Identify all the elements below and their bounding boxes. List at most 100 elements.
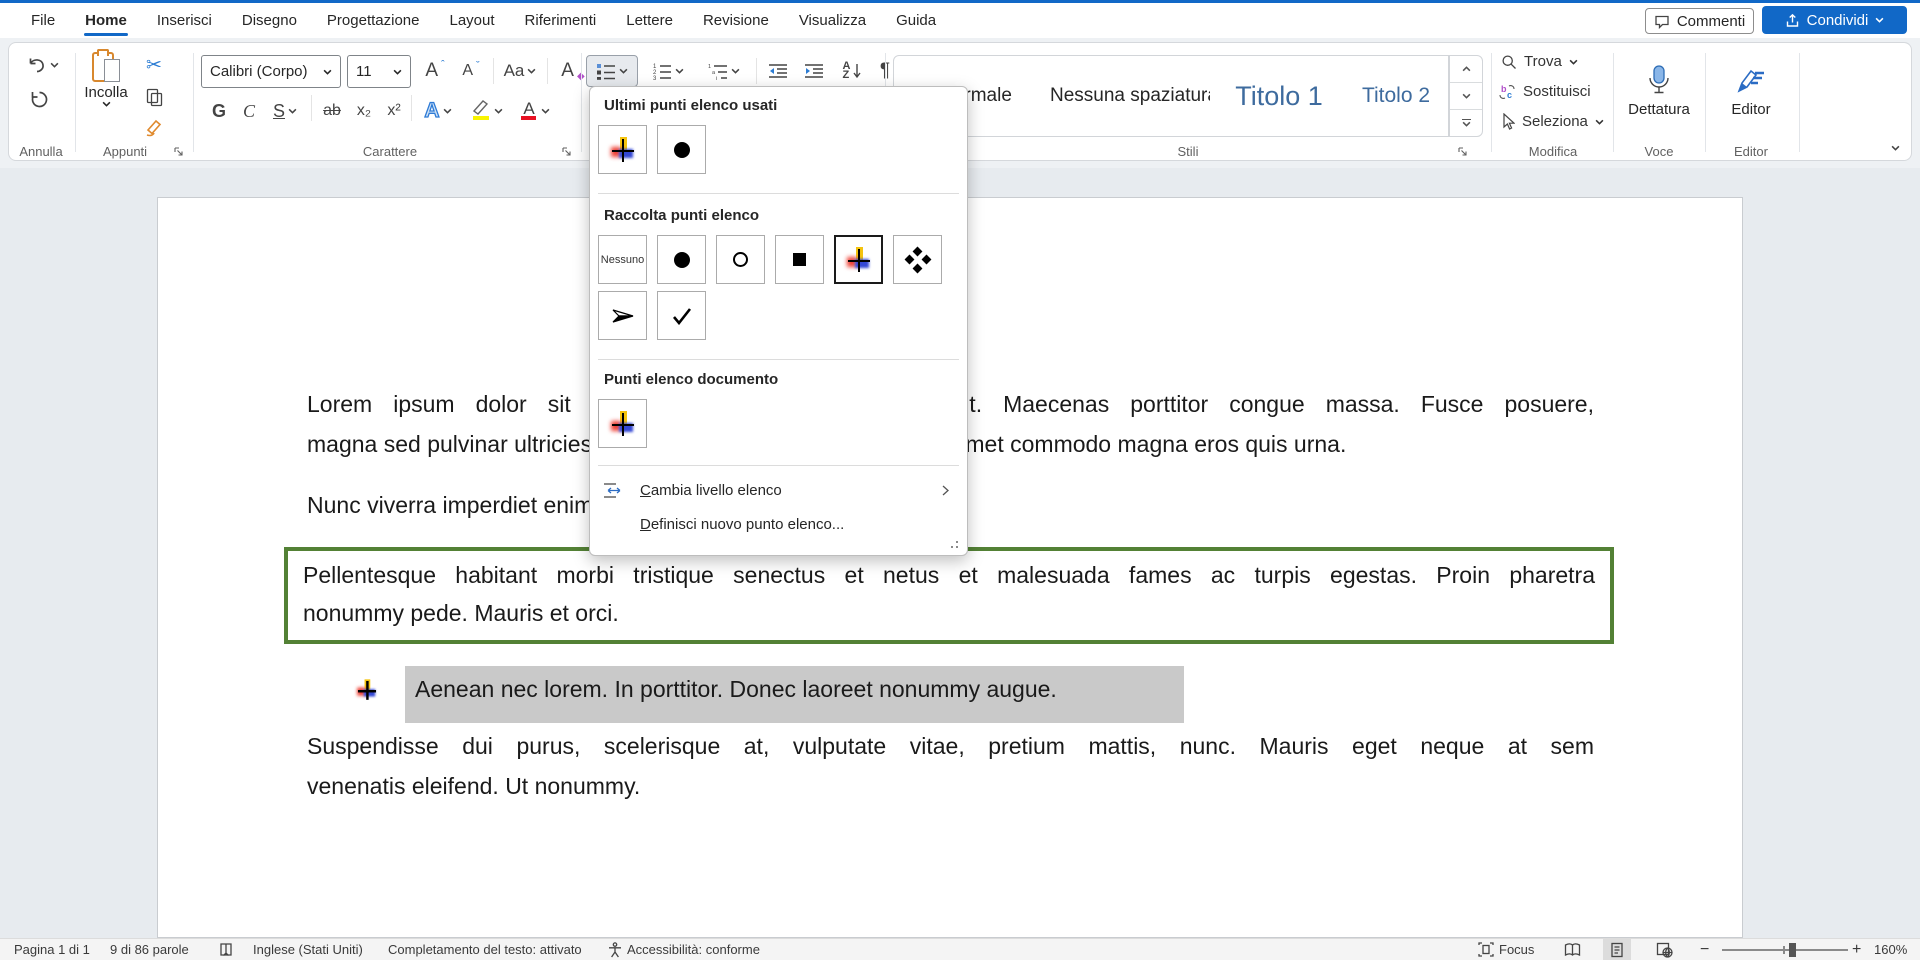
- paragraph-3-bordered[interactable]: Pellentesque habitant morbi tristique se…: [284, 547, 1614, 644]
- redo-button[interactable]: [25, 85, 53, 113]
- tab-visualizza[interactable]: Visualizza: [784, 3, 881, 38]
- find-button[interactable]: Trova: [1501, 53, 1578, 70]
- bullet-option-square[interactable]: [775, 235, 824, 284]
- multilevel-list-button[interactable]: 1ai: [698, 55, 750, 87]
- editor-button[interactable]: Editor: [1709, 45, 1793, 137]
- chevron-down-icon: [1875, 17, 1884, 23]
- bullet-option-custom-selected[interactable]: [834, 235, 883, 284]
- bullet-option-dot[interactable]: [657, 235, 706, 284]
- style-titolo-1[interactable]: Titolo 1: [1218, 56, 1340, 136]
- bullet-option-custom-recent[interactable]: [598, 125, 647, 174]
- select-button[interactable]: Seleziona: [1500, 113, 1604, 130]
- chevron-down-icon: [1595, 119, 1604, 125]
- find-label: Trova: [1524, 53, 1562, 70]
- print-layout-button[interactable]: [1603, 939, 1631, 960]
- focus-button[interactable]: Focus: [1478, 939, 1534, 960]
- paste-button[interactable]: Incolla: [79, 50, 133, 138]
- selected-text[interactable]: Aenean nec lorem. In porttitor. Donec la…: [405, 666, 1184, 723]
- style-nessuna-spaziatura[interactable]: Nessuna spaziatura: [1050, 56, 1210, 136]
- increase-indent-button[interactable]: [798, 55, 830, 87]
- bullet-option-circle[interactable]: [716, 235, 765, 284]
- bullet-option-diamonds[interactable]: [893, 235, 942, 284]
- numbering-icon: 123: [652, 62, 672, 80]
- shrink-font-button[interactable]: Aˇ: [455, 56, 487, 86]
- numbering-button[interactable]: 123: [642, 55, 694, 87]
- styles-scroll-down[interactable]: [1450, 82, 1482, 109]
- style-titolo-2[interactable]: Titolo 2: [1346, 56, 1446, 136]
- tab-disegno[interactable]: Disegno: [227, 3, 312, 38]
- tab-home[interactable]: Home: [70, 3, 142, 38]
- page-indicator[interactable]: Pagina 1 di 1: [14, 939, 90, 960]
- decrease-indent-button[interactable]: [762, 55, 794, 87]
- dot-bullet-glyph: [674, 252, 690, 268]
- grow-font-button[interactable]: Aˆ: [419, 56, 451, 86]
- comments-button[interactable]: Commenti: [1645, 8, 1754, 34]
- bullet-option-none[interactable]: Nessuno: [598, 235, 647, 284]
- tab-layout[interactable]: Layout: [435, 3, 510, 38]
- paragraph-5[interactable]: Suspendisse dui purus, scelerisque at, v…: [307, 726, 1594, 806]
- sort-button[interactable]: AZ: [835, 55, 869, 87]
- change-list-level-item[interactable]: Cambia livello elenco: [594, 475, 963, 506]
- cut-button[interactable]: ✂: [139, 51, 169, 79]
- bullet-option-arrow[interactable]: [598, 291, 647, 340]
- format-painter-button[interactable]: [139, 115, 169, 141]
- underline-button[interactable]: S: [264, 95, 306, 127]
- text-completion-status[interactable]: Completamento del testo: attivato: [388, 939, 582, 960]
- bullet-option-custom-document[interactable]: [598, 399, 647, 448]
- proofing-status[interactable]: [218, 939, 234, 960]
- dialog-launcher-appunti[interactable]: [173, 146, 185, 158]
- replace-button[interactable]: b c Sostituisci: [1498, 83, 1591, 100]
- bullet-list-item[interactable]: Aenean nec lorem. In porttitor. Donec la…: [158, 664, 1742, 724]
- cursor-icon: [1500, 113, 1515, 130]
- zoom-level[interactable]: 160%: [1874, 939, 1907, 960]
- replace-icon: b c: [1498, 84, 1516, 100]
- tab-riferimenti[interactable]: Riferimenti: [510, 3, 612, 38]
- accessibility-status[interactable]: Accessibilità: conforme: [608, 939, 760, 960]
- tab-file[interactable]: File: [16, 3, 70, 38]
- group-divider: [1491, 53, 1492, 152]
- tab-inserisci[interactable]: Inserisci: [142, 3, 227, 38]
- text-effects-button[interactable]: A: [416, 95, 460, 127]
- dictate-button[interactable]: Dettatura: [1617, 45, 1701, 137]
- bold-button[interactable]: G: [205, 95, 233, 127]
- zoom-in-button[interactable]: +: [1852, 939, 1861, 960]
- read-mode-button[interactable]: [1558, 939, 1586, 960]
- bullets-button[interactable]: [586, 55, 638, 87]
- font-name-combo[interactable]: Calibri (Corpo): [201, 55, 341, 88]
- strikethrough-button[interactable]: ab: [316, 95, 348, 127]
- tab-lettere[interactable]: Lettere: [611, 3, 688, 38]
- resize-grip[interactable]: [956, 546, 958, 548]
- tab-guida[interactable]: Guida: [881, 3, 951, 38]
- superscript-button[interactable]: x²: [380, 95, 408, 127]
- zoom-slider-thumb[interactable]: [1789, 943, 1796, 957]
- font-size-combo[interactable]: 11: [347, 55, 411, 88]
- italic-button[interactable]: C: [235, 95, 263, 127]
- tab-progettazione[interactable]: Progettazione: [312, 3, 435, 38]
- none-label: Nessuno: [601, 254, 644, 266]
- dialog-launcher-carattere[interactable]: [561, 146, 573, 158]
- increase-indent-icon: [804, 63, 824, 79]
- bullet-option-check[interactable]: [657, 291, 706, 340]
- copy-button[interactable]: [139, 83, 169, 111]
- highlight-color-button[interactable]: [463, 95, 509, 127]
- zoom-out-button[interactable]: −: [1700, 939, 1709, 960]
- tab-revisione[interactable]: Revisione: [688, 3, 784, 38]
- separator: [547, 58, 548, 84]
- define-new-bullet-item[interactable]: Definisci nuovo punto elenco...: [594, 509, 963, 540]
- styles-scroll-up[interactable]: [1450, 56, 1482, 82]
- group-label-modifica: Modifica: [1497, 144, 1609, 159]
- bullet-option-dot-recent[interactable]: [657, 125, 706, 174]
- subscript-button[interactable]: x₂: [350, 95, 378, 127]
- language-indicator[interactable]: Inglese (Stati Uniti): [253, 939, 363, 960]
- share-button[interactable]: Condividi: [1762, 6, 1907, 34]
- font-color-button[interactable]: A: [512, 95, 558, 127]
- zoom-slider-track[interactable]: [1722, 949, 1848, 951]
- styles-gallery-expand[interactable]: [1450, 109, 1482, 136]
- collapse-ribbon-button[interactable]: [1883, 139, 1907, 157]
- dialog-launcher-stili[interactable]: [1457, 146, 1469, 158]
- change-case-button[interactable]: Aa: [499, 56, 541, 86]
- undo-button[interactable]: [23, 51, 63, 79]
- word-count[interactable]: 9 di 86 parole: [110, 939, 189, 960]
- chevron-down-icon: [288, 108, 297, 114]
- web-layout-button[interactable]: [1650, 939, 1678, 960]
